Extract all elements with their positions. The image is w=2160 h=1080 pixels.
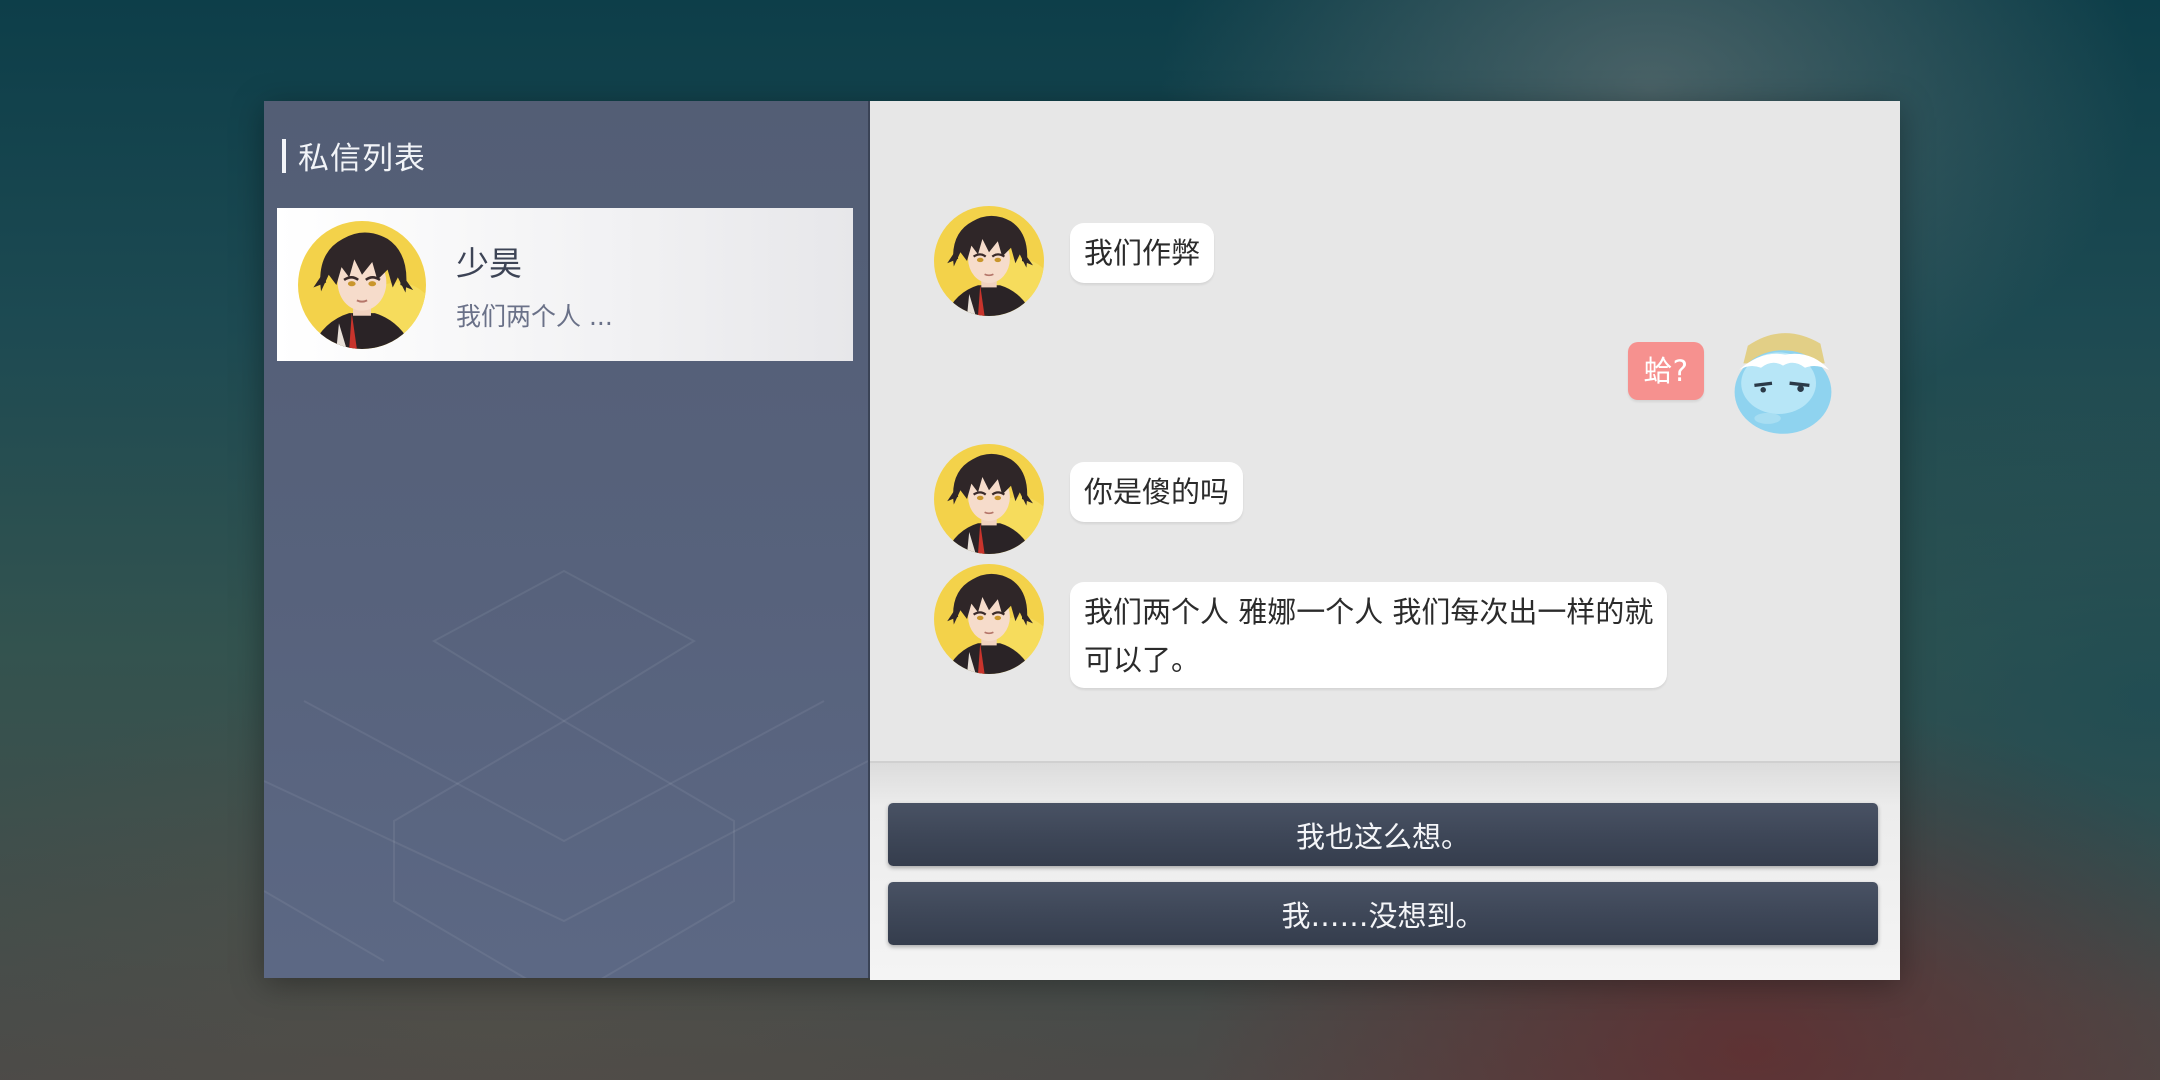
message-row-outgoing: 蛤?: [1627, 326, 1838, 436]
title-accent-bar: [282, 138, 286, 173]
conversation-item-shaohao[interactable]: 少昊 我们两个人 ...: [277, 208, 853, 361]
reply-option-button-2[interactable]: 我……没想到。: [888, 882, 1878, 945]
reply-options-area: 我也这么想。 我……没想到。: [870, 761, 1900, 980]
message-row-incoming: 我们作弊: [934, 206, 1215, 316]
conversation-list-panel: 私信列表 少昊 我们两个人 ...: [264, 101, 868, 978]
dark-haired-boy-avatar-icon: [934, 206, 1044, 316]
message-bubble-own: 蛤?: [1627, 342, 1704, 400]
message-row-incoming: 我们两个人 雅娜一个人 我们每次出一样的就 可以了。: [934, 564, 1668, 688]
chat-panel: 我们作弊 蛤? 你是傻的吗 我们两个人 雅娜一个人 我们每次出一样的就 可以了。…: [868, 101, 1900, 980]
message-line: 我们两个人 雅娜一个人 我们每次出一样的就: [1084, 595, 1654, 629]
conversation-text: 少昊 我们两个人 ...: [456, 237, 613, 333]
message-line: 可以了。: [1084, 643, 1201, 677]
reply-option-button-1[interactable]: 我也这么想。: [888, 803, 1878, 866]
blue-slime-avatar-icon: [1728, 326, 1838, 436]
message-area[interactable]: 我们作弊 蛤? 你是傻的吗 我们两个人 雅娜一个人 我们每次出一样的就 可以了。: [870, 101, 1900, 758]
panel-title: 私信列表: [282, 133, 426, 178]
message-bubble: 你是傻的吗: [1070, 462, 1244, 522]
contact-name: 少昊: [456, 243, 522, 283]
dm-window: 私信列表 少昊 我们两个人 ... 我们作弊 蛤? 你是傻的吗 我们两个人 雅娜…: [264, 101, 1900, 980]
message-row-incoming: 你是傻的吗: [934, 444, 1244, 554]
dark-haired-boy-avatar-icon: [934, 564, 1044, 674]
message-bubble: 我们作弊: [1070, 223, 1215, 283]
panel-title-text: 私信列表: [298, 141, 426, 177]
message-bubble: 我们两个人 雅娜一个人 我们每次出一样的就 可以了。: [1070, 582, 1668, 688]
message-preview: 我们两个人 ...: [456, 301, 613, 331]
dark-haired-boy-avatar-icon: [934, 444, 1044, 554]
dark-haired-boy-avatar-icon: [298, 221, 426, 349]
